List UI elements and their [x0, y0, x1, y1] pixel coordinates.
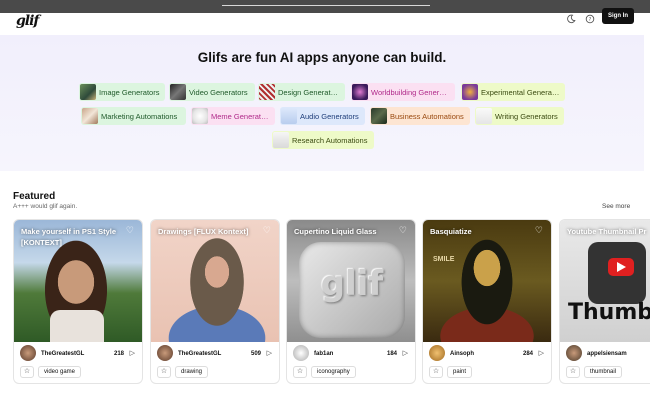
- category-label: Video Generators: [189, 87, 248, 97]
- moon-icon[interactable]: [564, 14, 578, 28]
- card-author[interactable]: fab1an: [314, 351, 333, 357]
- worldbuilding-generators-thumb: [352, 84, 368, 100]
- writing-generators-thumb: [476, 108, 492, 124]
- glif-card[interactable]: Drawings [FLUX Kontext] ♡ TheGreatestGL …: [150, 219, 280, 384]
- run-count: 218: [113, 351, 124, 357]
- featured-title: Featured: [13, 191, 56, 202]
- heart-icon[interactable]: ♡: [126, 225, 134, 236]
- business-automations-thumb: [371, 108, 387, 124]
- card-author[interactable]: appelsiensam: [587, 351, 627, 357]
- tag-chip[interactable]: drawing: [175, 366, 209, 378]
- address-indicator: [222, 5, 430, 6]
- experimental-generators-thumb: [462, 84, 478, 100]
- card-image: SMILE: [423, 220, 551, 342]
- run-count: 184: [386, 351, 397, 357]
- card-title: Basquiatize: [430, 227, 472, 236]
- star-icon[interactable]: ☆: [566, 366, 580, 378]
- play-icon[interactable]: ▷: [403, 349, 408, 357]
- glif-card[interactable]: glif Cupertino Liquid Glass ♡ fab1an 184…: [286, 219, 416, 384]
- card-title: Cupertino Liquid Glass: [294, 227, 377, 236]
- see-more-link[interactable]: See more: [602, 203, 630, 210]
- hero-section: Glifs are fun AI apps anyone can build.: [0, 35, 644, 171]
- heart-icon[interactable]: ♡: [535, 225, 543, 236]
- tag-chip[interactable]: video game: [38, 366, 82, 378]
- category-label: Meme Generators: [211, 111, 272, 121]
- category-design-generators[interactable]: Design Generators: [258, 83, 345, 101]
- video-generators-thumb: [170, 84, 186, 100]
- heart-icon[interactable]: ♡: [263, 225, 271, 236]
- marketing-automations-thumb: [82, 108, 98, 124]
- category-label: Business Automations: [390, 111, 464, 121]
- category-worldbuilding-generators[interactable]: Worldbuilding Generat...: [351, 83, 455, 101]
- category-research-automations[interactable]: Research Automations: [272, 131, 374, 149]
- run-count: 284: [522, 351, 533, 357]
- play-icon[interactable]: ▷: [130, 349, 135, 357]
- image-generators-thumb: [80, 84, 96, 100]
- site-header: glif ? Sign In: [0, 8, 644, 35]
- help-icon[interactable]: ?: [583, 14, 597, 28]
- avatar[interactable]: [566, 345, 582, 361]
- star-icon[interactable]: ☆: [293, 366, 307, 378]
- category-label: Marketing Automations: [101, 111, 178, 121]
- category-label: Worldbuilding Generat...: [371, 87, 452, 97]
- tag-chip[interactable]: thumbnail: [584, 366, 623, 378]
- avatar[interactable]: [20, 345, 36, 361]
- category-writing-generators[interactable]: Writing Generators: [475, 107, 564, 125]
- audio-generators-thumb: [281, 108, 297, 124]
- category-label: Experimental Generat...: [481, 87, 561, 97]
- category-video-generators[interactable]: Video Generators: [169, 83, 255, 101]
- category-meme-generators[interactable]: Meme Generators: [191, 107, 275, 125]
- star-icon[interactable]: ☆: [157, 366, 171, 378]
- meme-generators-thumb: [192, 108, 208, 124]
- category-experimental-generators[interactable]: Experimental Generat...: [461, 83, 565, 101]
- category-audio-generators[interactable]: Audio Generators: [280, 107, 365, 125]
- category-label: Research Automations: [292, 135, 368, 145]
- avatar[interactable]: [293, 345, 309, 361]
- star-icon[interactable]: ☆: [429, 366, 443, 378]
- category-business-automations[interactable]: Business Automations: [370, 107, 470, 125]
- glif-card[interactable]: SMILE Basquiatize ♡ Ainsoph 284 ▷ ☆ pain…: [422, 219, 552, 384]
- card-author[interactable]: Ainsoph: [450, 351, 474, 357]
- avatar[interactable]: [157, 345, 173, 361]
- card-image: Thumb: [560, 220, 650, 342]
- avatar[interactable]: [429, 345, 445, 361]
- glif-card[interactable]: Make yourself in PS1 Style [KONTEXT] ♡ T…: [13, 219, 143, 384]
- category-label: Audio Generators: [300, 111, 359, 121]
- svg-text:?: ?: [589, 17, 592, 23]
- featured-subtitle: A+++ would glif again.: [13, 203, 78, 210]
- card-title: Youtube Thumbnail Pr: [567, 227, 647, 236]
- play-icon[interactable]: ▷: [267, 349, 272, 357]
- play-icon[interactable]: ▷: [539, 349, 544, 357]
- star-icon[interactable]: ☆: [20, 366, 34, 378]
- card-author[interactable]: TheGreatestGL: [41, 351, 84, 357]
- run-count: 509: [250, 351, 261, 357]
- category-image-generators[interactable]: Image Generators: [79, 83, 165, 101]
- hero-title: Glifs are fun AI apps anyone can build.: [197, 50, 447, 65]
- category-marketing-automations[interactable]: Marketing Automations: [81, 107, 186, 125]
- tag-chip[interactable]: iconography: [311, 366, 356, 378]
- category-label: Design Generators: [278, 87, 341, 97]
- tag-chip[interactable]: paint: [447, 366, 473, 378]
- card-image: glif: [287, 220, 415, 342]
- category-label: Image Generators: [99, 87, 160, 97]
- card-title: Drawings [FLUX Kontext]: [158, 227, 249, 236]
- card-title: Make yourself in PS1 Style [KONTEXT]: [21, 227, 117, 247]
- card-author[interactable]: TheGreatestGL: [178, 351, 221, 357]
- glif-logo[interactable]: glif: [16, 13, 39, 29]
- card-image: [151, 220, 279, 342]
- design-generators-thumb: [259, 84, 275, 100]
- sign-in-button[interactable]: Sign In: [602, 8, 634, 24]
- glif-card[interactable]: Thumb Youtube Thumbnail Pr appelsiensam …: [559, 219, 650, 384]
- category-label: Writing Generators: [495, 111, 558, 121]
- browser-top-strip: [0, 0, 650, 13]
- research-automations-thumb: [273, 132, 289, 148]
- heart-icon[interactable]: ♡: [399, 225, 407, 236]
